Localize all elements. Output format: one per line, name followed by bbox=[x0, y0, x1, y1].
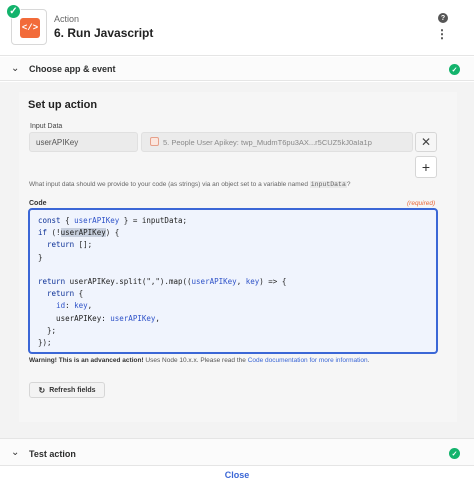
value-source-label: 5. People User Apikey: bbox=[163, 138, 239, 147]
help-code: inputData bbox=[309, 181, 347, 188]
section-complete-check-icon: ✓ bbox=[449, 448, 460, 459]
refresh-label: Refresh fields bbox=[49, 386, 96, 394]
code-line: const { userAPIKey } = inputData; bbox=[38, 216, 188, 225]
input-data-label: Input Data bbox=[30, 123, 63, 130]
step-title[interactable]: 6. Run Javascript bbox=[54, 26, 153, 40]
code-line: }; bbox=[38, 325, 57, 335]
advanced-warning: Warning! This is an advanced action! Use… bbox=[29, 357, 369, 364]
warning-text: Uses Node 10.x.x. Please read the bbox=[143, 357, 248, 364]
code-line: id: key, bbox=[56, 301, 93, 311]
code-line: return { bbox=[47, 289, 84, 299]
input-data-help: What input data should we provide to you… bbox=[29, 181, 350, 188]
step-complete-check-icon: ✓ bbox=[6, 4, 21, 19]
code-line: } bbox=[38, 252, 43, 262]
chevron-down-icon: ⌄ bbox=[11, 63, 20, 74]
help-text: What input data should we provide to you… bbox=[29, 181, 308, 188]
code-line: }); bbox=[38, 337, 52, 347]
value-sample: twp_MudmT6pu3AX...r5CUZ5kJ0aIa1p bbox=[240, 138, 372, 147]
step-header: </> ✓ Action 6. Run Javascript ? ⋮ bbox=[0, 0, 474, 56]
refresh-icon: ↻ bbox=[38, 385, 46, 395]
people-app-icon bbox=[150, 137, 159, 146]
section-complete-check-icon: ✓ bbox=[449, 64, 460, 75]
code-editor[interactable]: const { userAPIKey } = inputData; if (!us… bbox=[28, 208, 438, 354]
section-label: Choose app & event bbox=[29, 64, 116, 74]
code-app-icon: </> bbox=[20, 18, 40, 38]
more-options-icon[interactable]: ⋮ bbox=[436, 27, 449, 41]
add-row-button[interactable]: + bbox=[415, 156, 437, 178]
help-icon[interactable]: ? bbox=[438, 13, 448, 23]
code-documentation-link[interactable]: Code documentation for more information bbox=[248, 357, 368, 364]
warning-end: . bbox=[367, 357, 370, 364]
input-value-field[interactable]: 5. People User Apikey: twp_MudmT6pu3AX..… bbox=[141, 132, 413, 152]
chevron-down-icon: ⌄ bbox=[11, 447, 20, 458]
code-line: return userAPIKey.split(",").map((userAP… bbox=[38, 276, 287, 286]
code-line: if (!userAPIKey) { bbox=[38, 228, 120, 238]
warning-bold: Warning! This is an advanced action! bbox=[29, 357, 144, 364]
required-label: (required) bbox=[407, 200, 436, 207]
section-choose-app-event[interactable]: ⌄ Choose app & event ✓ bbox=[0, 57, 474, 81]
code-line: userAPIKey: userAPIKey, bbox=[38, 313, 160, 323]
setup-title: Set up action bbox=[28, 99, 98, 111]
close-button[interactable]: Close bbox=[0, 470, 474, 488]
help-text-end: ? bbox=[346, 181, 351, 188]
step-kicker: Action bbox=[54, 14, 80, 24]
code-label: Code bbox=[29, 200, 47, 207]
input-key-field[interactable]: userAPIKey bbox=[29, 132, 138, 152]
refresh-fields-button[interactable]: ↻ Refresh fields bbox=[29, 382, 105, 398]
remove-row-button[interactable]: ✕ bbox=[415, 132, 437, 152]
code-line: return []; bbox=[47, 240, 93, 250]
section-label: Test action bbox=[29, 449, 76, 459]
section-test-action[interactable]: ⌄ Test action ✓ bbox=[0, 438, 474, 466]
